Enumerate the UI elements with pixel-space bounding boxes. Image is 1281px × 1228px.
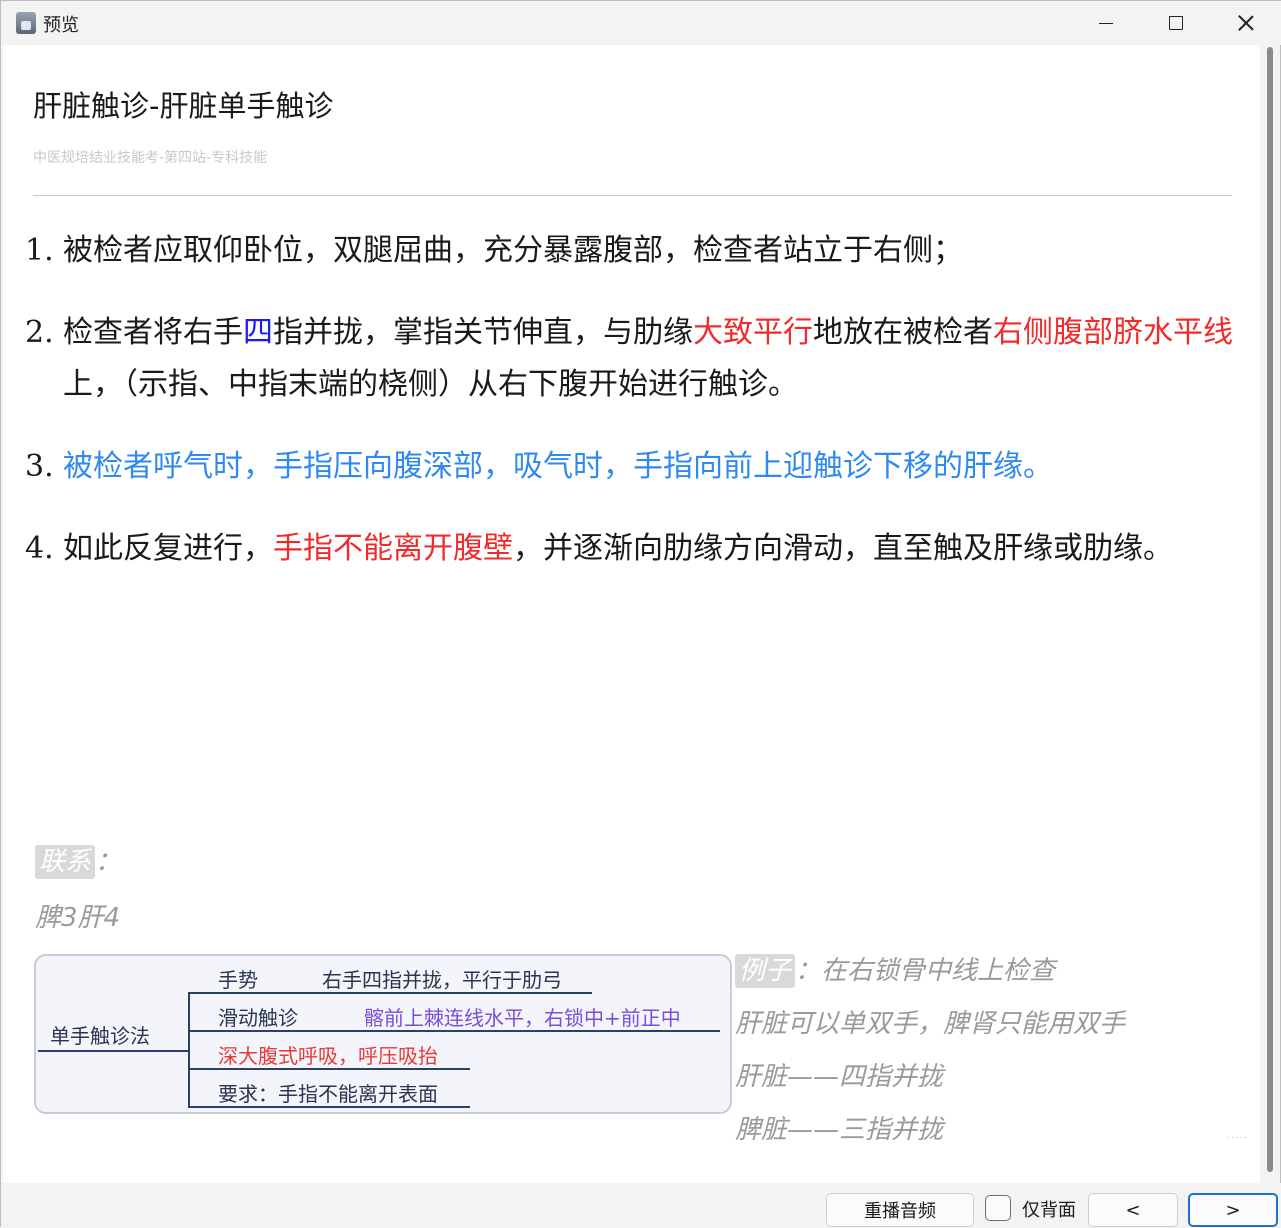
previous-button[interactable]: < xyxy=(1088,1193,1178,1227)
mindmap-root: 单手触诊法 xyxy=(50,1024,150,1048)
step-1: 1. 被检者应取仰卧位，双腿屈曲，充分暴露腹部，检查者站立于右侧； xyxy=(25,225,1245,277)
back-only-checkbox[interactable] xyxy=(985,1195,1011,1221)
lianxi-note: 联系： xyxy=(35,841,121,879)
scrollbar-thumb[interactable] xyxy=(1267,47,1273,1172)
step-text: 指并拢，掌指关节伸直，与肋缘 xyxy=(273,315,693,350)
mindmap-branch-line xyxy=(188,992,190,1108)
back-only-label: 仅背面 xyxy=(1022,1200,1076,1221)
step-list: 1. 被检者应取仰卧位，双腿屈曲，充分暴露腹部，检查者站立于右侧； 2. 检查者… xyxy=(25,225,1245,605)
mindmap-line xyxy=(188,1068,470,1070)
step-highlight-red: 右侧腹部脐水平线 xyxy=(993,315,1233,350)
step-highlight-blue: 四 xyxy=(243,315,273,350)
example-tag: 例子 xyxy=(735,954,796,988)
example-line: 在右锁骨中线上检查 xyxy=(821,956,1056,986)
title-bar[interactable]: 预览 xyxy=(1,1,1281,45)
mindmap-item-value: 右手四指并拢，平行于肋弓 xyxy=(322,968,562,992)
card-subtitle: 中医规培结业技能考-第四站-专科技能 xyxy=(33,150,268,166)
mindmap-line xyxy=(188,992,592,994)
preview-window: 预览 肝脏触诊-肝脏单手触诊 中医规培结业技能考-第四站-专科技能 1. 被检者… xyxy=(0,0,1281,1228)
example-line: 脾脏——三指并拢 xyxy=(735,1115,944,1145)
close-icon xyxy=(1238,15,1254,31)
footer-bar: 重播音频 仅背面 < > xyxy=(1,1183,1281,1228)
step-text: 被检者呼气时，手指压向腹深部，吸气时，手指向前上迎触诊下移的肝缘。 xyxy=(63,449,1053,484)
step-highlight-red: 大致平行 xyxy=(693,315,813,350)
mindmap-root-line xyxy=(38,1050,190,1052)
step-4: 4. 如此反复进行，手指不能离开腹壁，并逐渐向肋缘方向滑动，直至触及肝缘或肋缘。 xyxy=(25,523,1245,575)
example-note: 例子 ：在右锁骨中线上检查 肝脏可以单双手，脾肾只能用双手 肝脏——四指并拢 脾脏… xyxy=(735,945,1125,1157)
step-3: 3. 被检者呼气时，手指压向腹深部，吸气时，手指向前上迎触诊下移的肝缘。 xyxy=(25,441,1245,493)
step-text: 被检者应取仰卧位，双腿屈曲，充分暴露腹部，检查者站立于右侧； xyxy=(63,233,963,268)
mindmap-image: 单手触诊法 手势 右手四指并拢，平行于肋弓 滑动触诊 髂前上棘连线水平，右锁中+… xyxy=(34,954,732,1114)
divider xyxy=(33,195,1232,196)
window-title: 预览 xyxy=(43,15,79,36)
step-text: 上，（示指、中指末端的桡侧）从右下腹开始进行触诊。 xyxy=(63,367,798,402)
mindmap-item-label: 深大腹式呼吸，呼压吸抬 xyxy=(218,1044,438,1068)
app-icon xyxy=(16,12,36,34)
step-text: 地放在被检者 xyxy=(813,315,993,350)
lianxi-tag: 联系 xyxy=(35,845,96,879)
next-button[interactable]: > xyxy=(1188,1193,1278,1227)
step-text: 检查者将右手 xyxy=(63,315,243,350)
step-number: 4. xyxy=(25,531,54,566)
step-2: 2. 检查者将右手四指并拢，掌指关节伸直，与肋缘大致平行地放在被检者右侧腹部脐水… xyxy=(25,307,1245,411)
step-number: 2. xyxy=(25,315,54,350)
lianxi-text: 脾3肝4 xyxy=(35,903,121,933)
example-colon: ： xyxy=(795,956,822,986)
mindmap-item-label: 要求：手指不能离开表面 xyxy=(218,1082,438,1106)
example-heading: 例子 ：在右锁骨中线上检查 xyxy=(735,945,1125,998)
maximize-icon xyxy=(1169,16,1183,30)
mindmap-item-label: 滑动触诊 xyxy=(218,1006,298,1030)
card-title: 肝脏触诊-肝脏单手触诊 xyxy=(33,89,334,123)
vertical-scrollbar[interactable] xyxy=(1263,45,1277,1183)
mindmap-line xyxy=(188,1106,470,1108)
example-line: 肝脏可以单双手，脾肾只能用双手 xyxy=(735,1009,1126,1039)
minimize-button[interactable] xyxy=(1071,1,1141,45)
lianxi-colon: ： xyxy=(95,847,122,877)
mindmap-item-label: 手势 xyxy=(218,968,258,992)
mindmap-item-value: 髂前上棘连线水平，右锁中+前正中 xyxy=(364,1006,681,1030)
resize-dots: ..... xyxy=(1227,1130,1248,1141)
step-text: 如此反复进行， xyxy=(63,531,273,566)
minimize-icon xyxy=(1099,22,1113,24)
close-button[interactable] xyxy=(1211,1,1281,45)
step-highlight-red: 手指不能离开腹壁 xyxy=(273,531,513,566)
mindmap-line xyxy=(188,1030,720,1032)
step-number: 1. xyxy=(25,233,54,268)
card-content: 肝脏触诊-肝脏单手触诊 中医规培结业技能考-第四站-专科技能 1. 被检者应取仰… xyxy=(3,45,1260,1183)
step-text: ，并逐渐向肋缘方向滑动，直至触及肝缘或肋缘。 xyxy=(513,531,1173,566)
replay-audio-button[interactable]: 重播音频 xyxy=(826,1193,974,1227)
example-line: 肝脏——四指并拢 xyxy=(735,1062,944,1092)
step-number: 3. xyxy=(25,449,54,484)
maximize-button[interactable] xyxy=(1141,1,1211,45)
